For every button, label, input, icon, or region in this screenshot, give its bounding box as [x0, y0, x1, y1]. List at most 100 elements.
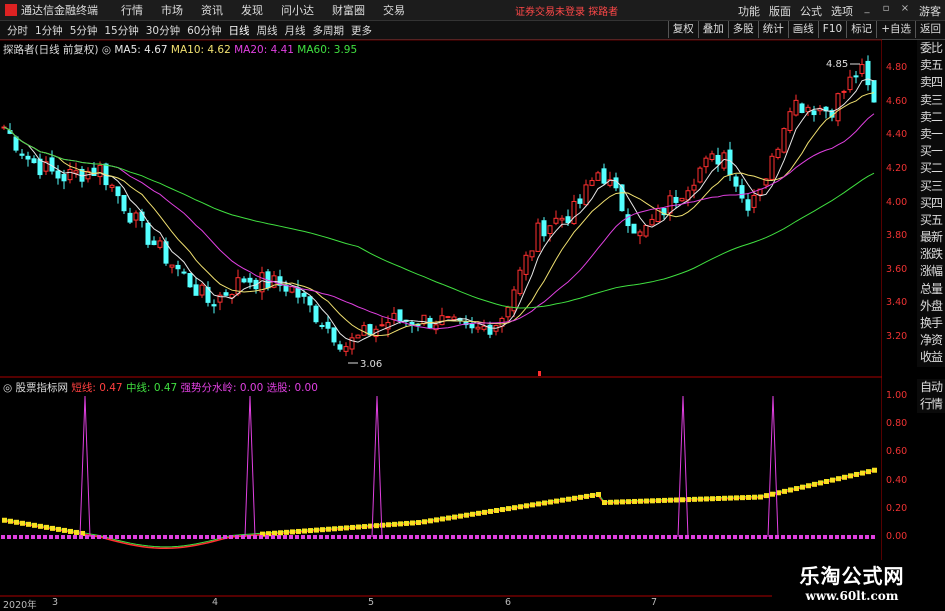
candle-body — [337, 344, 343, 350]
price-tick: 4.00 — [886, 196, 908, 208]
mid-block — [350, 524, 355, 530]
mid-block — [290, 529, 295, 535]
mid-block — [764, 493, 769, 499]
auto-quote-tab[interactable]: 行情 — [917, 395, 945, 413]
baseline-marker — [91, 535, 95, 539]
mid-block — [866, 469, 871, 475]
mid-block — [620, 499, 625, 505]
quote-tab[interactable]: 买五 — [917, 211, 945, 230]
toolbar-button[interactable]: +自选 — [876, 21, 915, 38]
mid-block — [530, 502, 535, 508]
baseline-marker — [193, 535, 197, 539]
baseline-marker — [25, 535, 29, 539]
baseline-marker — [625, 535, 629, 539]
candle-body — [601, 168, 607, 184]
baseline-marker — [271, 535, 275, 539]
quote-tab[interactable]: 最新 — [917, 229, 945, 247]
mid-block — [752, 494, 757, 500]
candle-body — [523, 254, 529, 275]
candle-body — [445, 316, 451, 319]
mid-block — [440, 516, 445, 522]
baseline-marker — [559, 535, 563, 539]
candle-body — [307, 296, 313, 306]
baseline-marker — [703, 535, 707, 539]
mid-block — [50, 525, 55, 531]
baseline-marker — [787, 535, 791, 539]
baseline-marker — [571, 535, 575, 539]
quote-tab[interactable]: 涨跌 — [917, 246, 945, 264]
quote-tab[interactable]: 卖二 — [917, 108, 945, 126]
mid-block — [668, 497, 673, 503]
baseline-marker — [493, 535, 497, 539]
quote-tab[interactable]: 买四 — [917, 194, 945, 212]
candle-body — [211, 304, 217, 307]
baseline-marker — [715, 535, 719, 539]
baseline-marker — [139, 535, 143, 539]
mid-block — [362, 524, 367, 530]
close-icon[interactable]: × — [900, 3, 910, 19]
mid-block — [614, 499, 619, 505]
baseline-marker — [871, 535, 875, 539]
baseline-marker — [823, 535, 827, 539]
quote-tab[interactable]: 卖四 — [917, 74, 945, 92]
mid-block — [356, 524, 361, 530]
baseline-marker — [373, 535, 377, 539]
guest-label[interactable]: 游客 — [919, 3, 941, 19]
candle-body — [13, 136, 19, 151]
baseline-marker — [577, 535, 581, 539]
mid-block — [818, 480, 823, 486]
quote-tab[interactable]: 买一 — [917, 143, 945, 161]
candle-body — [133, 212, 139, 221]
candle-body — [331, 327, 337, 343]
baseline-marker — [505, 535, 509, 539]
quote-tab[interactable]: 卖三 — [917, 91, 945, 109]
candle-body — [811, 110, 817, 116]
candle-body — [343, 346, 349, 352]
quote-tab[interactable]: 涨幅 — [917, 263, 945, 281]
quote-tab[interactable]: 委比 — [917, 40, 945, 58]
candle-body — [595, 172, 601, 181]
sub-tick: 0.20 — [886, 502, 908, 514]
quote-tab[interactable]: 买二 — [917, 160, 945, 178]
mid-block — [314, 527, 319, 533]
candle-body — [241, 278, 247, 283]
baseline-marker — [763, 535, 767, 539]
quote-tab[interactable]: 买三 — [917, 177, 945, 195]
candle-body — [199, 284, 205, 296]
price-chart[interactable]: 4.85 3.06 — [0, 0, 882, 609]
auto-quote-tab[interactable]: 自动 — [917, 378, 945, 396]
baseline-marker — [517, 535, 521, 539]
mid-block — [608, 499, 613, 505]
quote-tab[interactable]: 卖五 — [917, 57, 945, 75]
candle-body — [529, 250, 535, 258]
toolbar-button[interactable]: 返回 — [915, 21, 945, 38]
mid-block — [32, 522, 37, 528]
baseline-marker — [841, 535, 845, 539]
baseline-marker — [361, 535, 365, 539]
baseline-marker — [421, 535, 425, 539]
baseline-marker — [151, 535, 155, 539]
baseline-marker — [811, 535, 815, 539]
mid-block — [56, 526, 61, 532]
mid-block — [524, 503, 529, 509]
candle-body — [145, 222, 151, 245]
quote-tab[interactable]: 换手 — [917, 315, 945, 333]
quote-tab[interactable]: 总量 — [917, 280, 945, 298]
quote-tab[interactable]: 卖一 — [917, 125, 945, 144]
quote-tab[interactable]: 净资 — [917, 332, 945, 350]
candle-body — [865, 60, 871, 86]
candle-body — [295, 287, 301, 298]
baseline-marker — [817, 535, 821, 539]
baseline-marker — [829, 535, 833, 539]
baseline-marker — [721, 535, 725, 539]
candle-body — [25, 155, 31, 160]
candle-body — [391, 312, 397, 321]
candle-body — [475, 326, 481, 330]
baseline-marker — [589, 535, 593, 539]
candle-body — [247, 277, 253, 283]
quote-tab[interactable]: 收益 — [917, 349, 945, 367]
candle-body — [859, 64, 865, 74]
quote-tab[interactable]: 外盘 — [917, 297, 945, 315]
baseline-marker — [109, 535, 113, 539]
restore-icon[interactable]: ▫ — [881, 3, 891, 19]
